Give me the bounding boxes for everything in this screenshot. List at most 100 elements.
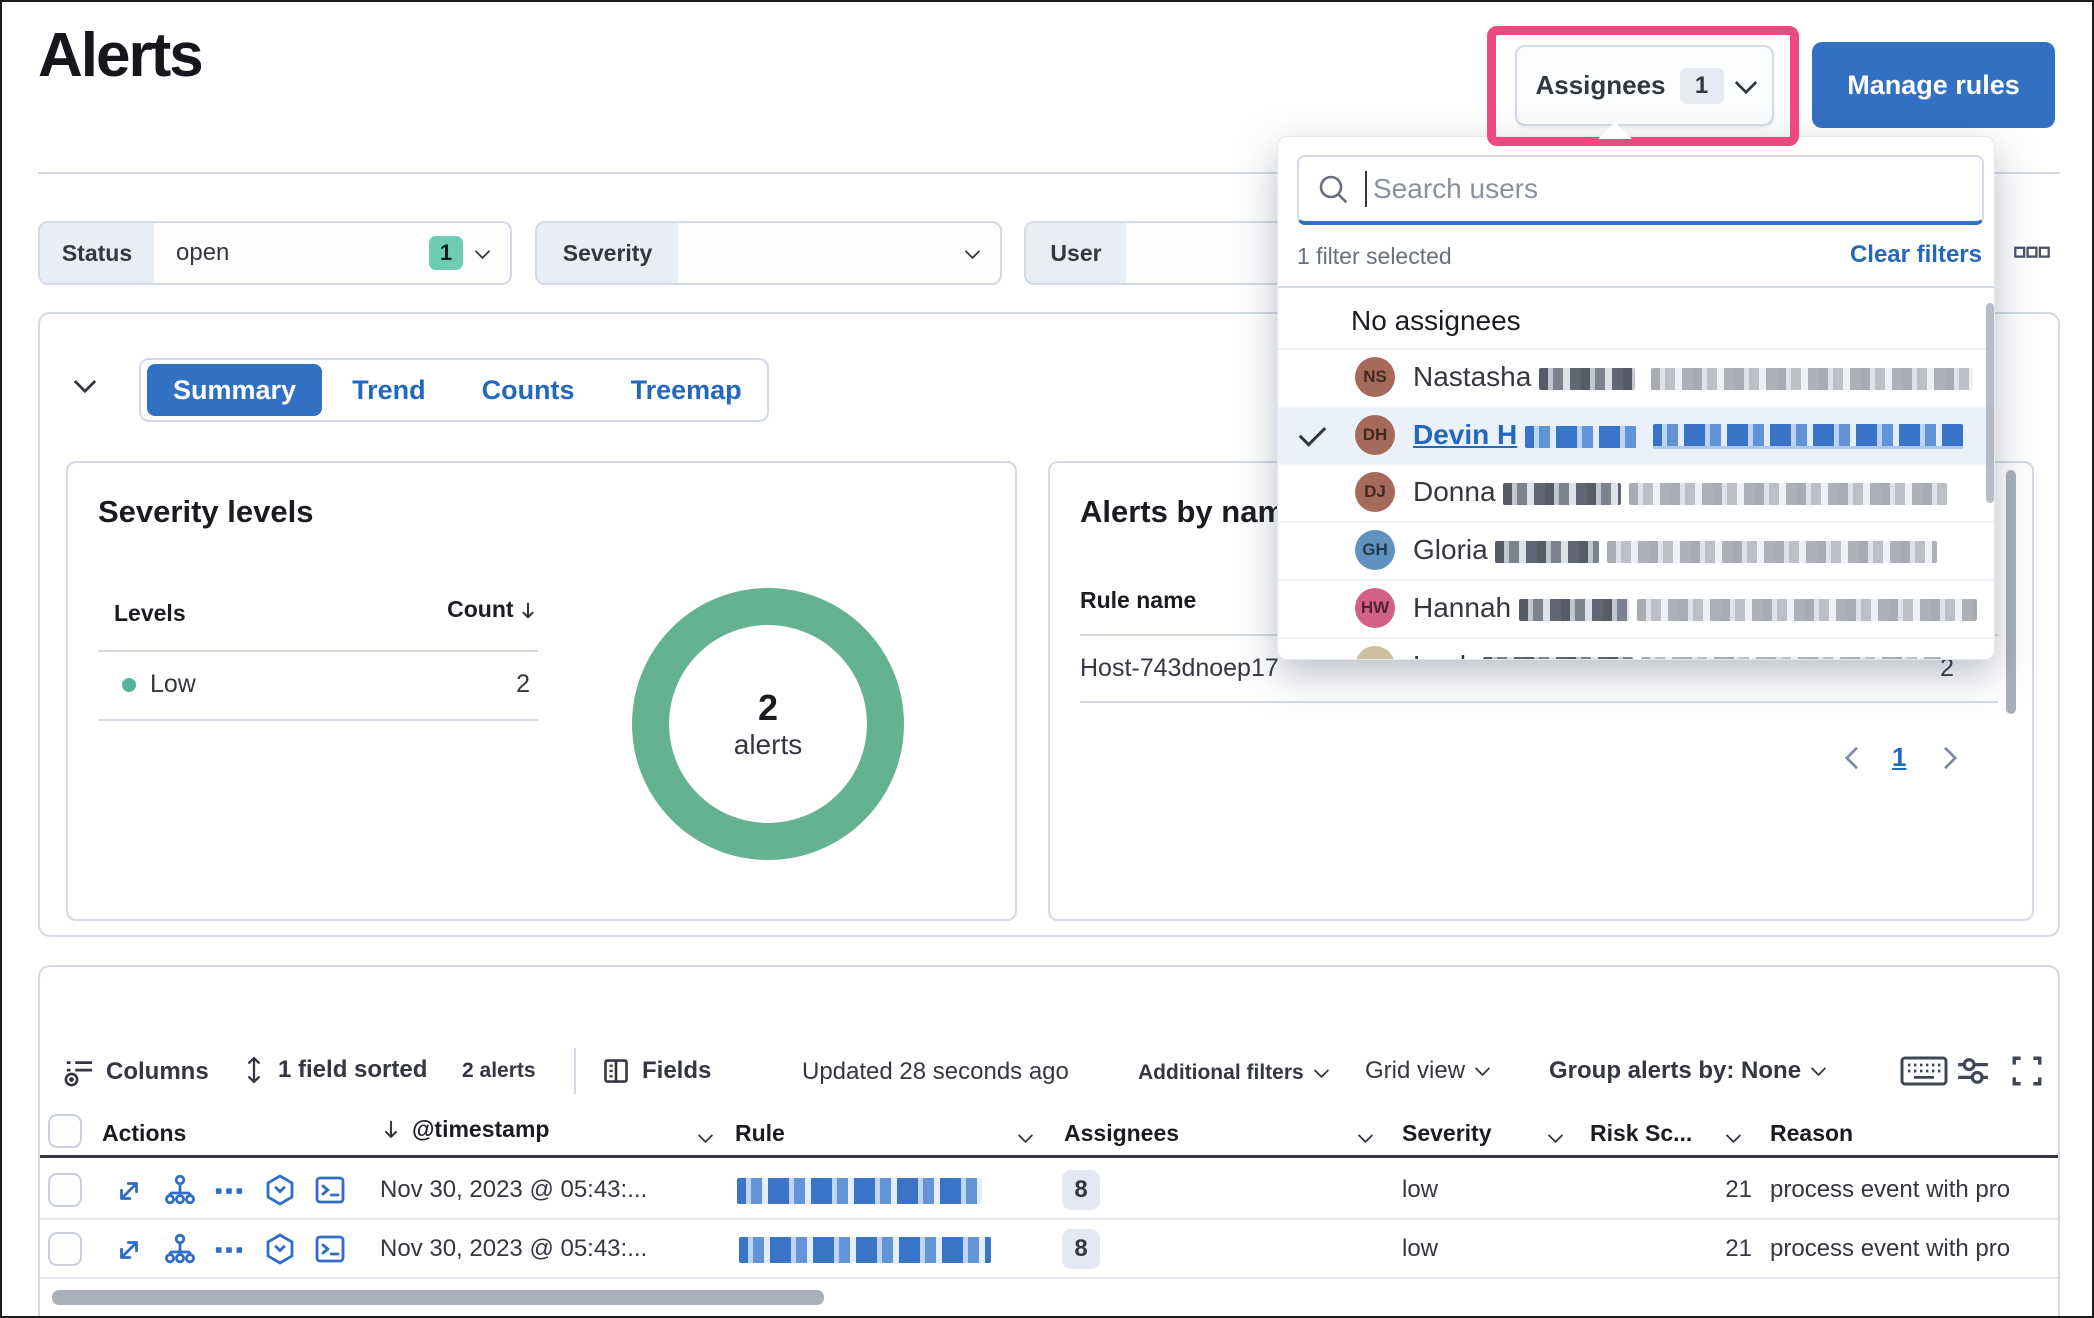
- row-checkbox[interactable]: [48, 1232, 82, 1266]
- severity-filter[interactable]: Severity: [535, 221, 1002, 285]
- fields-button[interactable]: Fields: [602, 1057, 711, 1085]
- column-menu-icon[interactable]: [1020, 1128, 1031, 1146]
- column-header-actions: Actions: [102, 1120, 186, 1147]
- donut-value: 2: [758, 687, 778, 729]
- assignees-count-cell[interactable]: 8: [1062, 1229, 1100, 1269]
- column-menu-icon[interactable]: [1728, 1128, 1739, 1146]
- status-filter-label: Status: [40, 223, 154, 283]
- panel-vertical-scrollbar[interactable]: [2006, 470, 2016, 714]
- severity-levels-title: Severity levels: [98, 494, 313, 530]
- count-column-header[interactable]: Count: [382, 596, 538, 623]
- manage-rules-button[interactable]: Manage rules: [1812, 42, 2055, 128]
- pagination-next-icon[interactable]: [1938, 750, 1954, 771]
- assignee-option-selected[interactable]: DH Devin H: [1278, 407, 1994, 463]
- tab-summary[interactable]: Summary: [147, 364, 322, 416]
- avatar: DJ: [1355, 472, 1395, 512]
- assignee-option-none[interactable]: No assignees: [1278, 293, 1994, 348]
- columns-button[interactable]: Columns: [64, 1057, 209, 1087]
- chevron-down-icon: [475, 243, 491, 259]
- page-title: Alerts: [38, 20, 202, 91]
- levels-column-header: Levels: [114, 600, 186, 627]
- redacted-text: [1525, 426, 1637, 448]
- more-actions-icon[interactable]: [214, 1235, 244, 1265]
- row-checkbox[interactable]: [48, 1173, 82, 1207]
- chevron-down-icon: [1475, 1061, 1491, 1077]
- assignee-name: Hannah: [1413, 592, 1977, 624]
- sort-descending-icon: [518, 601, 538, 621]
- grid-view-dropdown[interactable]: Grid view: [1365, 1057, 1488, 1085]
- collapse-chevron-icon[interactable]: [77, 374, 93, 395]
- rule-name-redacted[interactable]: [739, 1237, 991, 1263]
- assignees-filter-button[interactable]: Assignees 1: [1515, 45, 1774, 126]
- tab-treemap[interactable]: Treemap: [605, 364, 768, 416]
- column-header-timestamp[interactable]: @timestamp: [380, 1116, 549, 1143]
- status-filter[interactable]: Status open 1: [38, 221, 512, 285]
- column-menu-icon[interactable]: [1360, 1128, 1371, 1146]
- table-horizontal-scrollbar[interactable]: [52, 1290, 824, 1305]
- assignee-option[interactable]: HW Hannah: [1278, 579, 1994, 637]
- alerts-table-panel: [38, 965, 2060, 1318]
- column-header-severity[interactable]: Severity: [1402, 1120, 1492, 1147]
- pagination-previous-icon[interactable]: [1848, 750, 1864, 771]
- column-header-reason[interactable]: Reason: [1770, 1120, 1853, 1147]
- expand-alert-icon[interactable]: [114, 1176, 144, 1206]
- row-divider: [40, 1277, 2058, 1279]
- column-header-assignees[interactable]: Assignees: [1064, 1120, 1179, 1147]
- grid-settings-icon[interactable]: [1956, 1054, 1990, 1093]
- redacted-text: [1637, 599, 1977, 621]
- investigate-in-timeline-icon[interactable]: [264, 1233, 296, 1265]
- severity-low-label: Low: [150, 670, 196, 699]
- severity-filter-label: Severity: [537, 223, 678, 283]
- redacted-text: [1495, 541, 1599, 563]
- avatar: LT: [1355, 646, 1395, 660]
- status-filter-value: open: [154, 239, 429, 267]
- chevron-down-icon: [1734, 71, 1757, 94]
- assignee-option[interactable]: DJ Donna: [1278, 463, 1994, 521]
- keyboard-shortcuts-icon[interactable]: [1900, 1054, 1948, 1093]
- clear-filters-link[interactable]: Clear filters: [1850, 241, 1982, 269]
- analyze-event-icon[interactable]: [164, 1233, 196, 1265]
- avatar: HW: [1355, 588, 1395, 628]
- sorted-fields-button[interactable]: 1 field sorted: [242, 1055, 427, 1085]
- popover-arrow: [1598, 122, 1632, 139]
- donut-unit: alerts: [734, 729, 802, 761]
- column-menu-icon[interactable]: [1550, 1128, 1561, 1146]
- assignee-option[interactable]: NS Nastasha: [1278, 348, 1994, 406]
- pagination-page-1[interactable]: 1: [1892, 742, 1906, 773]
- row-divider: [40, 1218, 2058, 1220]
- tab-counts[interactable]: Counts: [456, 364, 601, 416]
- search-users-input[interactable]: [1371, 172, 1964, 206]
- group-alerts-by-dropdown[interactable]: Group alerts by: None: [1549, 1057, 1824, 1085]
- fullscreen-icon[interactable]: [2010, 1054, 2044, 1093]
- column-header-rule[interactable]: Rule: [735, 1120, 785, 1147]
- column-menu-icon[interactable]: [700, 1128, 711, 1146]
- fields-icon: [602, 1057, 630, 1085]
- redacted-text: [1653, 424, 1963, 449]
- more-actions-icon[interactable]: [214, 1176, 244, 1206]
- timestamp-cell: Nov 30, 2023 @ 05:43:...: [380, 1235, 647, 1263]
- risk-score-cell: 21: [1682, 1176, 1752, 1204]
- assignee-option[interactable]: LT Leah: [1278, 637, 1994, 660]
- popover-scrollbar[interactable]: [1986, 303, 1994, 503]
- assignee-name: Devin H: [1413, 419, 1963, 451]
- rule-name-redacted[interactable]: [737, 1178, 982, 1204]
- filter-set-menu-icon[interactable]: [2014, 246, 2050, 265]
- additional-filters-dropdown[interactable]: Additional filters: [1138, 1061, 1327, 1085]
- analyze-event-icon[interactable]: [164, 1174, 196, 1206]
- assignees-count-badge: 1: [1680, 68, 1724, 104]
- tab-trend[interactable]: Trend: [326, 364, 452, 416]
- session-view-icon[interactable]: [314, 1233, 346, 1265]
- columns-icon: [64, 1057, 94, 1087]
- column-header-risk-score[interactable]: Risk Sc...: [1590, 1120, 1692, 1147]
- assignees-count-cell[interactable]: 8: [1062, 1170, 1100, 1210]
- alerts-page: Alerts Assignees 1 Manage rules Status o…: [0, 0, 2094, 1318]
- assignee-option[interactable]: GH Gloria: [1278, 521, 1994, 579]
- investigate-in-timeline-icon[interactable]: [264, 1174, 296, 1206]
- alert-count-label: 2 alerts: [462, 1059, 536, 1083]
- session-view-icon[interactable]: [314, 1174, 346, 1206]
- no-assignees-label: No assignees: [1351, 305, 1521, 337]
- expand-alert-icon[interactable]: [114, 1235, 144, 1265]
- select-all-checkbox[interactable]: [48, 1114, 82, 1148]
- search-users-box[interactable]: [1297, 155, 1984, 225]
- risk-score-cell: 21: [1682, 1235, 1752, 1263]
